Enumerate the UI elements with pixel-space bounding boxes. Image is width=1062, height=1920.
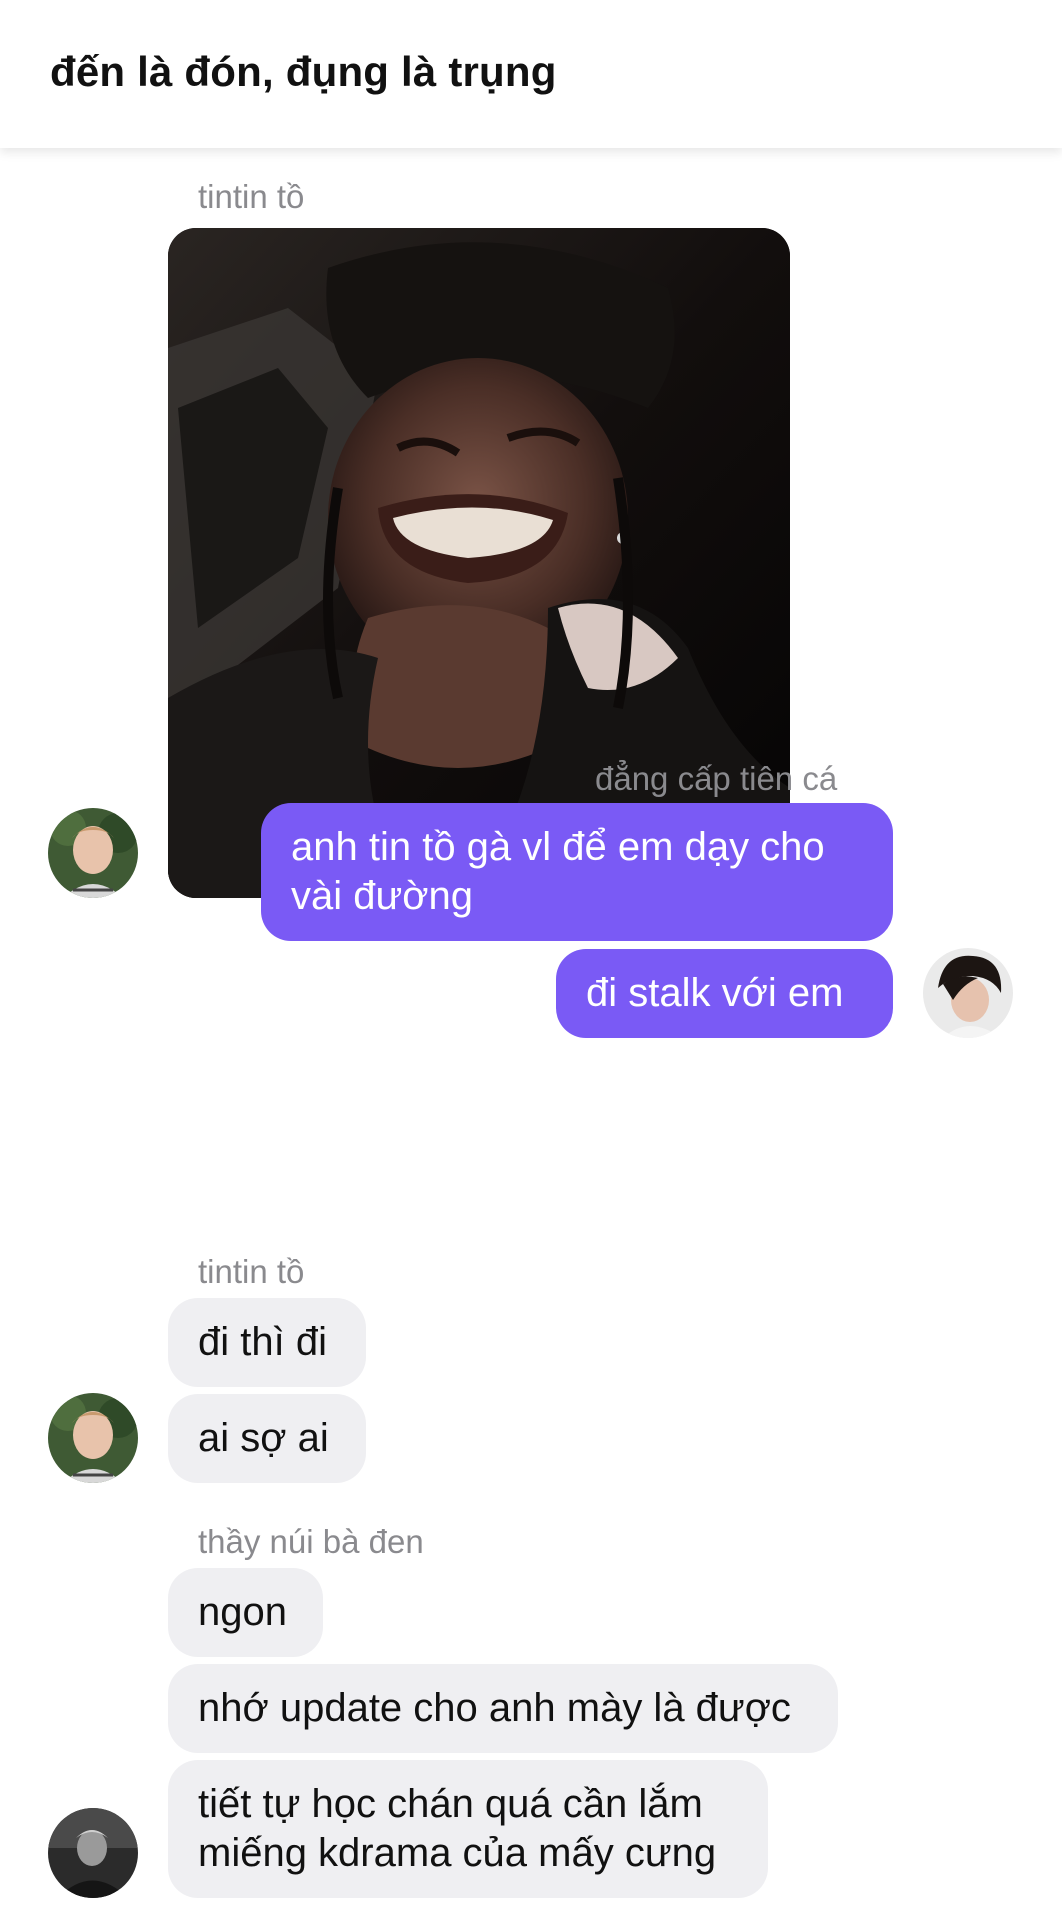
incoming-message-bubble[interactable]: ai sợ ai [168,1394,366,1483]
sender-name: đẳng cấp tiên cá [595,760,838,797]
avatar-image [48,1393,138,1483]
incoming-message-bubble[interactable]: đi thì đi [168,1298,366,1387]
sender-avatar[interactable] [48,1808,138,1898]
sender-avatar[interactable] [48,1393,138,1483]
incoming-message-bubble[interactable]: nhớ update cho anh mày là được [168,1664,838,1753]
avatar-image [923,948,1013,1038]
own-avatar[interactable] [923,948,1013,1038]
sender-name: tintin tồ [198,1253,305,1290]
avatar-image [48,1808,138,1898]
outgoing-message-bubble[interactable]: anh tin tồ gà vl để em dạy cho vài đường [261,803,893,941]
message-thread[interactable]: tintin tồ đẳng cấp tiên cá anh tin tồ gà… [0,148,1062,1920]
avatar-image [48,808,138,898]
sender-avatar[interactable] [48,808,138,898]
chat-header: đến là đón, đụng là trụng [0,0,1062,148]
sender-name: tintin tồ [198,178,305,215]
sender-name: thầy núi bà đen [198,1523,424,1560]
outgoing-message-bubble[interactable]: đi stalk với em [556,949,893,1038]
chat-title: đến là đón, đụng là trụng [50,48,557,95]
incoming-message-bubble[interactable]: ngon [168,1568,323,1657]
incoming-message-bubble[interactable]: tiết tự học chán quá cần lắm miếng kdram… [168,1760,768,1898]
